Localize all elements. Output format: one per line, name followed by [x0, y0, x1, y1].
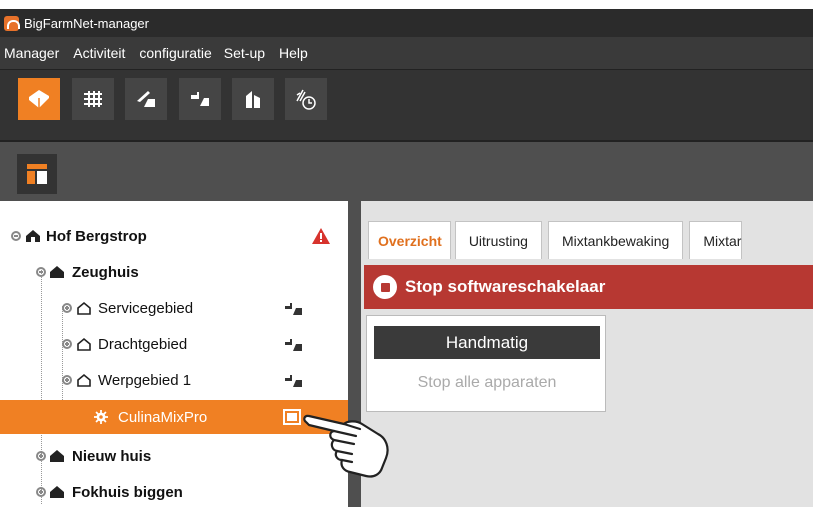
menu-help[interactable]: Help: [279, 45, 308, 61]
expand-icon[interactable]: [36, 487, 46, 497]
animals-icon[interactable]: [284, 335, 304, 353]
secondary-toolbar: [0, 140, 813, 201]
tree-item-zeughuis[interactable]: Zeughuis: [0, 254, 348, 290]
feed-timer-icon: [296, 89, 316, 110]
tree-item-label: Zeughuis: [72, 263, 139, 281]
app-logo-icon: [4, 15, 20, 31]
tree-item-nieuw-huis[interactable]: Nieuw huis: [0, 438, 348, 474]
warning-icon[interactable]: [311, 227, 331, 245]
tree-item-servicegebied[interactable]: Servicegebied: [0, 290, 348, 326]
toolbar-pens-button[interactable]: [179, 78, 221, 120]
device-icon[interactable]: [282, 408, 302, 426]
tree-item-label: Fokhuis biggen: [72, 483, 183, 501]
stop-banner-label: Stop softwareschakelaar: [405, 277, 606, 296]
area-outline-icon: [77, 301, 91, 315]
tab-bar: Overzicht Uitrusting Mixtankbewaking Mix…: [368, 221, 743, 259]
field-icon: [137, 91, 155, 107]
toolbar-field-button[interactable]: [125, 78, 167, 120]
layout-icon: [27, 164, 47, 184]
menu-manager[interactable]: Manager: [4, 45, 59, 61]
pens-icon: [191, 92, 209, 106]
title-bar: BigFarmNet-manager: [0, 9, 813, 37]
toolbar-feed-timer-button[interactable]: [285, 78, 327, 120]
tree-item-label: Nieuw huis: [72, 447, 152, 465]
expand-icon[interactable]: [62, 375, 72, 385]
detail-panel: Overzicht Uitrusting Mixtankbewaking Mix…: [361, 201, 813, 507]
tree-item-fokhuis-biggen[interactable]: Fokhuis biggen: [0, 474, 348, 507]
stop-software-switch-banner[interactable]: Stop softwareschakelaar: [364, 265, 813, 309]
tree-item-label: Drachtgebied: [98, 335, 188, 353]
menu-set-up[interactable]: Set-up: [224, 45, 265, 61]
farm-icon: [26, 230, 40, 242]
tree-item-label: Werpgebied 1: [98, 371, 192, 389]
tree-item-culinamixpro[interactable]: CulinaMixPro: [0, 400, 348, 434]
manual-button[interactable]: Handmatig: [374, 326, 600, 359]
tree-item-label: Hof Bergstrop: [46, 227, 147, 245]
collapse-icon[interactable]: [11, 231, 21, 241]
area-outline-icon: [77, 337, 91, 351]
tree-item-label: CulinaMixPro: [118, 408, 208, 426]
app-window: BigFarmNet-manager Manager Activiteit co…: [0, 0, 813, 507]
toolbar-house-button[interactable]: [18, 78, 60, 120]
tab-overzicht[interactable]: Overzicht: [368, 221, 451, 259]
expand-icon[interactable]: [62, 303, 72, 313]
gear-icon: [94, 410, 108, 424]
layout-button[interactable]: [17, 154, 57, 194]
menu-configuratie[interactable]: configuratie: [139, 45, 211, 61]
manual-control-box: Handmatig Stop alle apparaten: [366, 315, 606, 412]
silo-icon: [246, 91, 260, 108]
building-icon: [50, 266, 64, 278]
house-icon: [29, 90, 49, 108]
tree-item-hof-bergstrop[interactable]: Hof Bergstrop: [0, 218, 348, 254]
tree-item-drachtgebied[interactable]: Drachtgebied: [0, 326, 348, 362]
tree-item-werpgebied-1[interactable]: Werpgebied 1: [0, 362, 348, 398]
animals-icon[interactable]: [284, 371, 304, 389]
location-tree: Hof Bergstrop Zeughuis Servicegebied Dra…: [0, 212, 348, 507]
tab-mixtar[interactable]: Mixtar: [689, 221, 743, 259]
stop-all-devices-button[interactable]: Stop alle apparaten: [367, 374, 607, 392]
building-icon: [50, 450, 64, 462]
window-title: BigFarmNet-manager: [24, 15, 149, 31]
main-toolbar: [0, 69, 813, 140]
menu-bar: Manager Activiteit configuratie Set-up H…: [0, 37, 813, 69]
expand-icon[interactable]: [62, 339, 72, 349]
hand-pointer-icon: [303, 414, 389, 478]
tab-mixtankbewaking[interactable]: Mixtankbewaking: [547, 221, 684, 259]
toolbar-silo-button[interactable]: [232, 78, 274, 120]
animals-icon[interactable]: [284, 299, 304, 317]
menu-activiteit[interactable]: Activiteit: [73, 45, 125, 61]
area-outline-icon: [77, 373, 91, 387]
tab-uitrusting[interactable]: Uitrusting: [454, 221, 542, 259]
building-icon: [50, 486, 64, 498]
stop-icon: [373, 275, 397, 299]
expand-icon[interactable]: [36, 451, 46, 461]
collapse-icon[interactable]: [36, 267, 46, 277]
grid-icon: [84, 91, 102, 107]
tree-item-label: Servicegebied: [98, 299, 194, 317]
toolbar-grid-button[interactable]: [72, 78, 114, 120]
